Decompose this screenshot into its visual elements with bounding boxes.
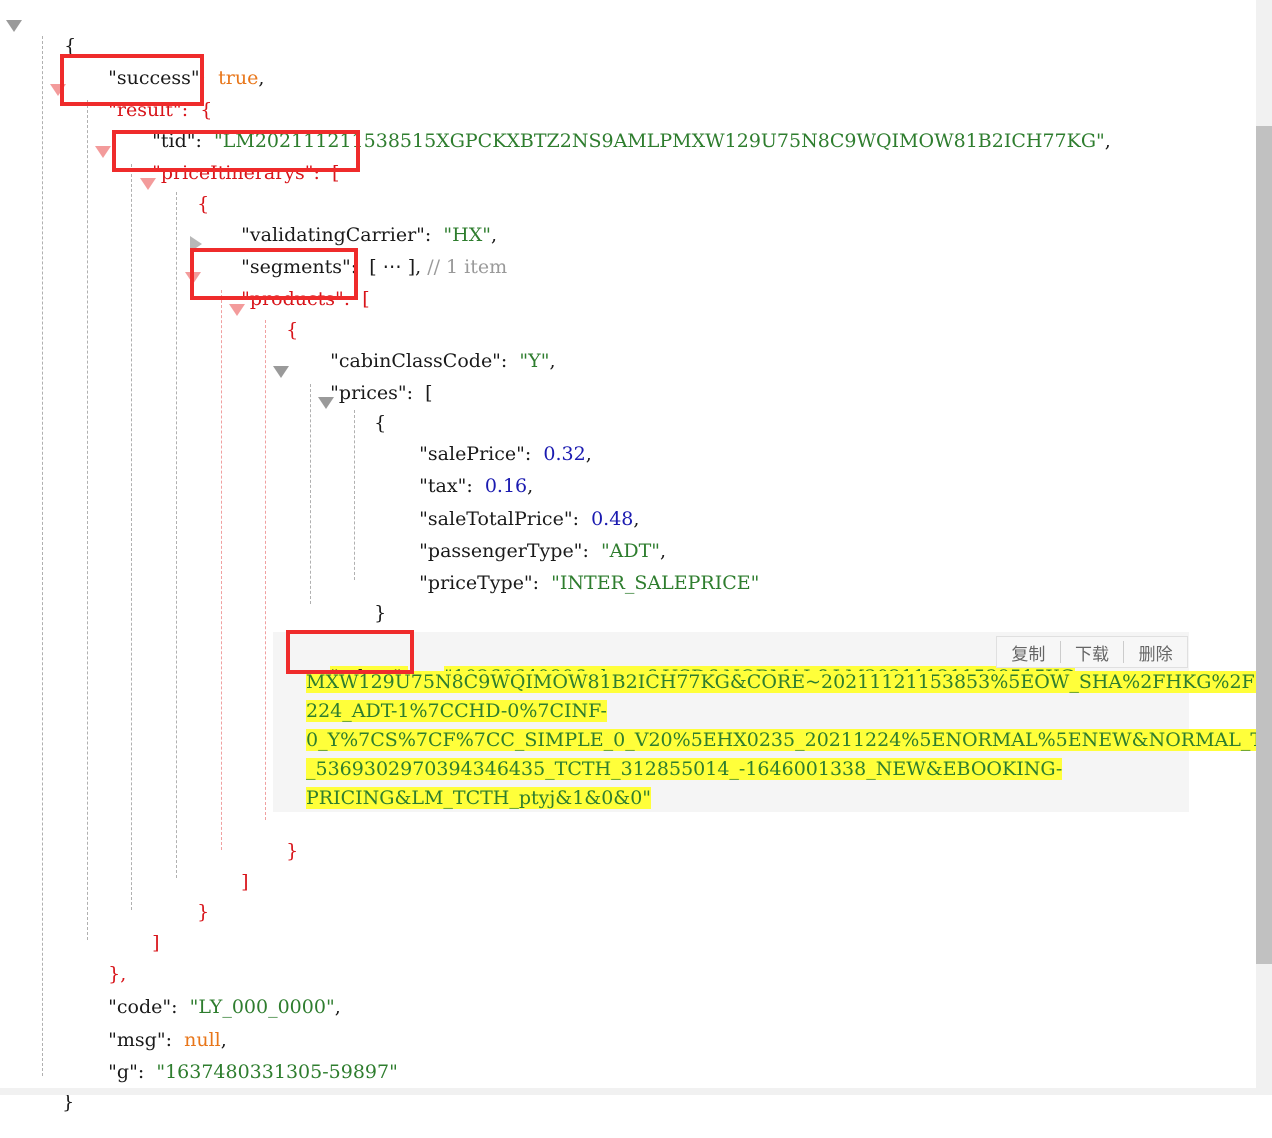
token-line: MXW129U75N8C9WQIMOW81B2ICH77KG&CORE~2021…	[306, 671, 1272, 693]
annotation-box-result	[60, 54, 204, 106]
collapsed-array[interactable]: [ ⋯ ]	[369, 256, 415, 278]
json-string: "INTER_SALEPRICE"	[551, 572, 760, 594]
colon: :	[137, 1061, 145, 1083]
comma: ,	[415, 256, 422, 278]
token-action-bar: 复制 下载 删除	[996, 636, 1188, 668]
download-button[interactable]: 下载	[1061, 640, 1124, 665]
delete-button[interactable]: 删除	[1124, 640, 1187, 665]
json-line: ]	[128, 907, 159, 954]
json-line: ],	[306, 608, 343, 655]
json-line-saleTotalPrice: "saleTotalPrice": 0.48,	[395, 483, 639, 530]
token-line: 0_Y%7CS%7CF%7CC_SIMPLE_0_V20%5EHX0235_20…	[306, 729, 1272, 751]
indent-guide	[265, 320, 266, 820]
brace: {	[374, 412, 387, 434]
brace: {	[286, 319, 299, 341]
token-line: _5369302970394346435_TCTH_312855014_-164…	[306, 758, 1063, 780]
bracket: ]	[241, 871, 249, 893]
json-line: }	[262, 815, 298, 862]
json-boolean: true	[218, 67, 259, 89]
comma: ,	[549, 350, 556, 372]
json-viewer: { "success": true, "result": { "tid": "L…	[0, 0, 1272, 1113]
brace: }	[286, 840, 299, 862]
json-line-priceType: "priceType": "INTER_SALEPRICE"	[395, 547, 759, 594]
json-number: 0.32	[543, 443, 586, 465]
json-line-cabinClassCode: "cabinClassCode": "Y",	[306, 325, 555, 372]
json-line: }	[173, 876, 209, 923]
annotation-box-priceItinerarys	[112, 130, 360, 172]
json-line-prices: "prices": [	[306, 357, 432, 404]
indent-guide	[176, 192, 177, 878]
brace: }	[197, 901, 210, 923]
collapse-toggle-icon[interactable]	[273, 366, 289, 378]
json-line-validatingCarrier: "validatingCarrier": "HX",	[217, 199, 497, 246]
json-line-passengerType: "passengerType": "ADT",	[395, 515, 666, 562]
json-line: }	[350, 577, 386, 624]
comma: ,	[258, 67, 265, 89]
json-line-code: "code": "LY_000_0000",	[84, 971, 341, 1018]
indent-guide	[87, 100, 88, 940]
json-string: "1637480331305-59897"	[156, 1061, 398, 1083]
json-line: },	[84, 938, 126, 985]
bracket: [	[425, 382, 433, 404]
brace: }	[374, 602, 387, 624]
collapse-toggle-icon[interactable]	[95, 146, 111, 158]
json-line-salePrice: "salePrice": 0.32,	[395, 418, 592, 465]
indent-guide	[221, 290, 222, 850]
colon: :	[532, 572, 540, 594]
json-line: ]	[217, 846, 248, 893]
bracket: [	[362, 288, 370, 310]
indent-guide	[131, 164, 132, 910]
json-key: "g"	[108, 1061, 138, 1083]
json-key: "priceType"	[419, 572, 533, 594]
colon: :	[406, 382, 414, 404]
copy-button[interactable]: 复制	[997, 640, 1060, 665]
json-line: }	[38, 1066, 74, 1113]
colon: :	[500, 350, 508, 372]
comma: ,	[585, 443, 592, 465]
annotation-box-products	[190, 248, 358, 300]
token-line: PRICING&LM_TCTH_ptyj&1&0&0"	[306, 787, 652, 809]
json-line: {	[40, 10, 76, 57]
json-line-g: "g": "1637480331305-59897"	[84, 1036, 398, 1083]
json-line-tax: "tax": 0.16,	[395, 450, 533, 497]
json-line-msg: "msg": null,	[84, 1004, 227, 1051]
horizontal-scrollbar[interactable]	[0, 1088, 1256, 1095]
scrollbar-thumb[interactable]	[1256, 126, 1272, 964]
comma: ,	[334, 996, 341, 1018]
json-line: {	[350, 387, 386, 434]
indent-guide	[42, 36, 43, 1076]
brace: {	[197, 193, 210, 215]
token-line: 224_ADT-1%7CCHD-0%7CINF-	[306, 700, 607, 722]
item-count-comment: // 1 item	[427, 256, 508, 278]
annotation-box-token	[286, 630, 414, 674]
bracket: ]	[152, 932, 160, 954]
token-first-line: "1026064080&zh_cn&USD&NORMAL&LM202111211…	[420, 641, 1075, 688]
json-line-tid: "tid": "LM202111211538515XGPCKXBTZ2NS9AM…	[128, 105, 1111, 152]
json-string: "Y"	[519, 350, 550, 372]
collapse-toggle-icon[interactable]	[6, 20, 22, 32]
comma: ,	[1104, 130, 1111, 152]
token-string-value: MXW129U75N8C9WQIMOW81B2ICH77KG&CORE~2021…	[306, 668, 1272, 813]
